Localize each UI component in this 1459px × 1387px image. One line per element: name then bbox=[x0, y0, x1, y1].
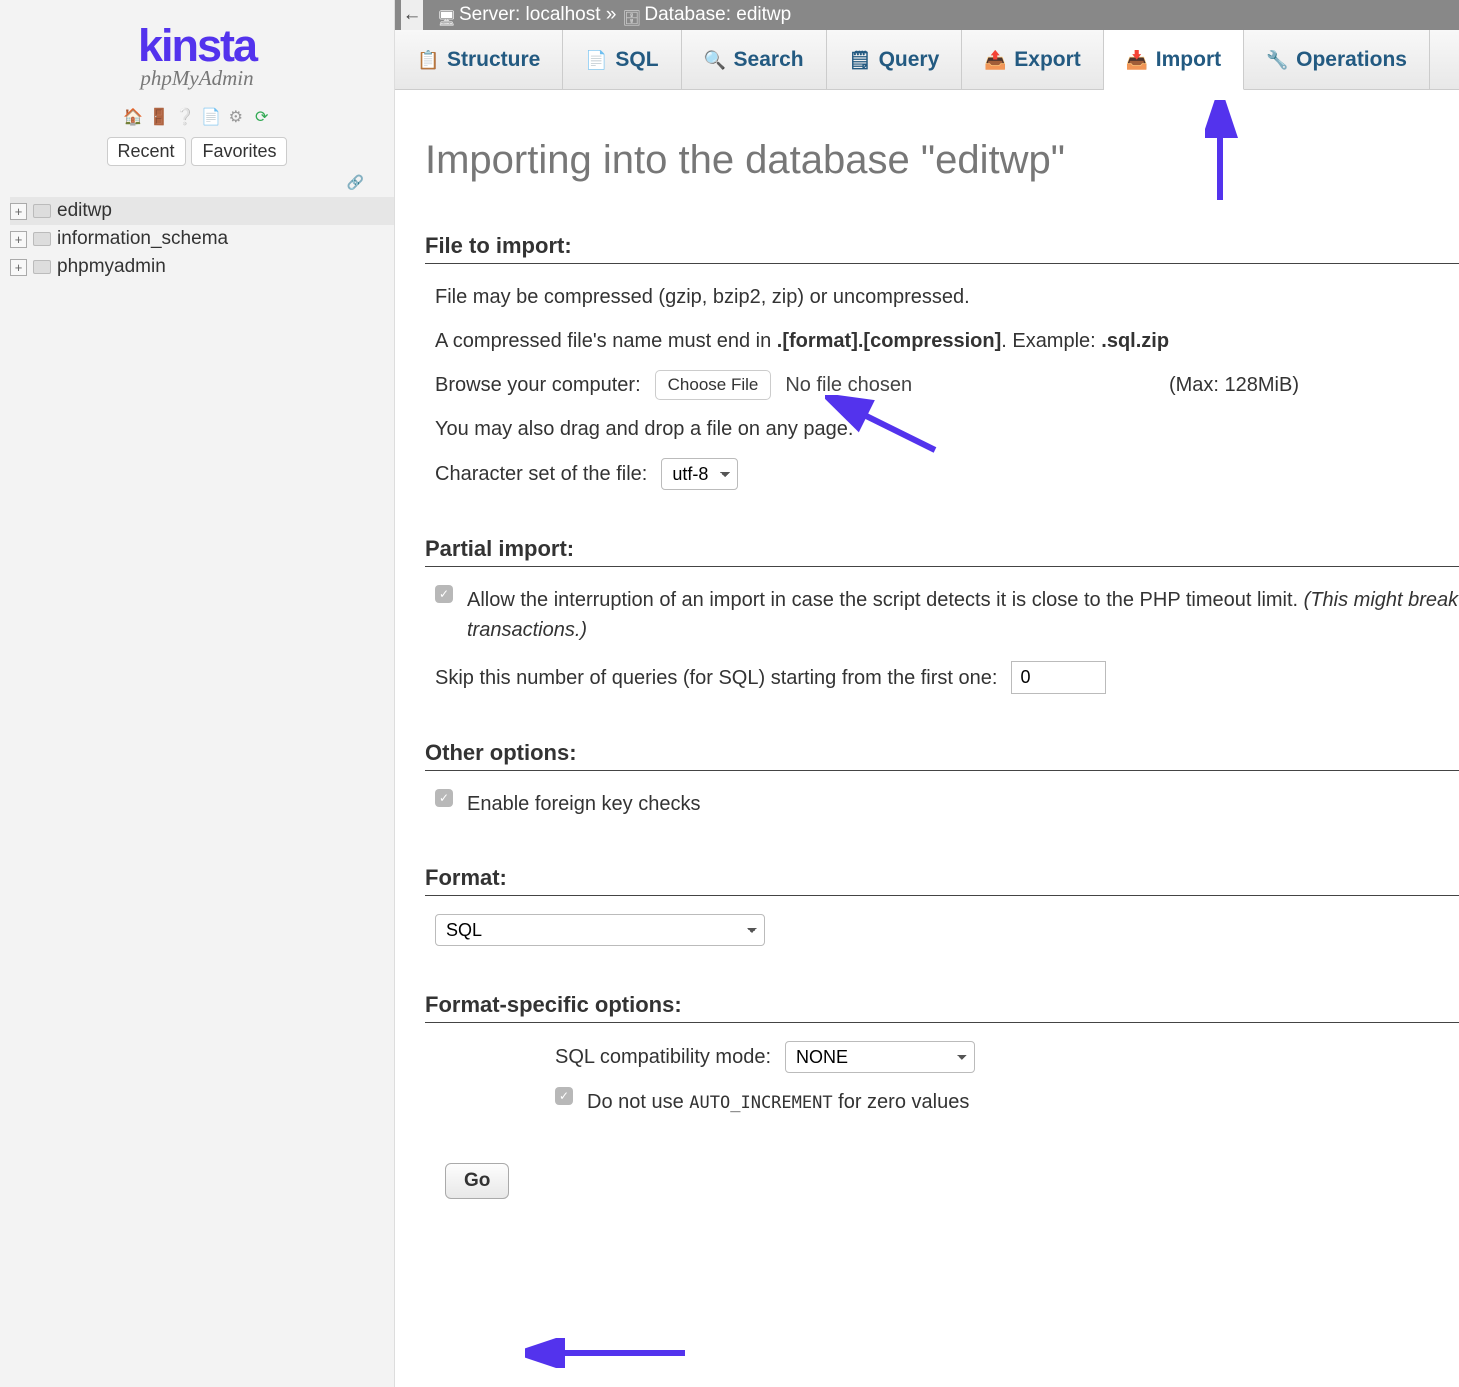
db-tree-item[interactable]: + editwp bbox=[10, 197, 394, 225]
collapse-link-icon[interactable]: 🔗 bbox=[0, 174, 394, 191]
db-name: phpmyadmin bbox=[57, 256, 166, 278]
section-heading: File to import: bbox=[425, 233, 1459, 264]
tab-search[interactable]: 🔍 Search bbox=[682, 30, 827, 89]
choose-file-button[interactable]: Choose File bbox=[655, 370, 772, 400]
sql-icon: 📄 bbox=[585, 50, 605, 70]
breadcrumb-server-name[interactable]: localhost bbox=[526, 4, 601, 26]
recent-favorites: Recent Favorites bbox=[0, 133, 394, 174]
section-file-import: File to import: File may be compressed (… bbox=[425, 233, 1459, 490]
recent-button[interactable]: Recent bbox=[107, 137, 186, 166]
no-file-text: No file chosen bbox=[785, 370, 912, 400]
section-partial-import: Partial import: Allow the interruption o… bbox=[425, 536, 1459, 694]
tab-label: Import bbox=[1156, 48, 1221, 72]
auto-increment-checkbox[interactable] bbox=[555, 1087, 573, 1105]
database-icon bbox=[33, 204, 51, 218]
breadcrumb-db-name[interactable]: editwp bbox=[736, 4, 791, 26]
logo-brand: kinsta bbox=[0, 20, 394, 72]
tab-label: SQL bbox=[615, 48, 658, 72]
go-button[interactable]: Go bbox=[445, 1163, 509, 1199]
structure-icon: 📋 bbox=[417, 50, 437, 70]
query-icon: 🗒 bbox=[849, 50, 869, 70]
section-heading: Format: bbox=[425, 865, 1459, 896]
tab-sql[interactable]: 📄 SQL bbox=[563, 30, 681, 89]
breadcrumb: ← Server: localhost » Database: editwp bbox=[395, 0, 1459, 30]
section-format-specific: Format-specific options: SQL compatibili… bbox=[425, 992, 1459, 1117]
db-tree-item[interactable]: + phpmyadmin bbox=[10, 253, 394, 281]
tab-label: Query bbox=[879, 48, 940, 72]
breadcrumb-sep: » bbox=[606, 4, 617, 26]
charset-label: Character set of the file: bbox=[435, 459, 647, 489]
sql-doc-icon[interactable]: 📄 bbox=[201, 109, 219, 127]
format-select[interactable]: SQL bbox=[435, 914, 765, 946]
sidebar: kinsta phpMyAdmin 🏠 🚪 ❔ 📄 ⚙ ⟳ Recent Fav… bbox=[0, 0, 395, 1387]
skip-label: Skip this number of queries (for SQL) st… bbox=[435, 663, 997, 693]
tab-structure[interactable]: 📋 Structure bbox=[395, 30, 563, 89]
home-icon[interactable]: 🏠 bbox=[123, 109, 141, 127]
expand-icon[interactable]: + bbox=[10, 231, 27, 248]
database-icon bbox=[33, 260, 51, 274]
back-arrow-icon[interactable]: ← bbox=[401, 0, 423, 30]
section-heading: Format-specific options: bbox=[425, 992, 1459, 1023]
skip-queries-input[interactable] bbox=[1011, 661, 1106, 694]
compat-label: SQL compatibility mode: bbox=[555, 1042, 771, 1072]
settings-icon[interactable]: ⚙ bbox=[227, 109, 245, 127]
fk-checks-label: Enable foreign key checks bbox=[467, 789, 700, 819]
breadcrumb-server-label: Server: bbox=[459, 4, 520, 26]
export-icon: 📤 bbox=[984, 50, 1004, 70]
search-icon: 🔍 bbox=[704, 50, 724, 70]
allow-interrupt-label: Allow the interruption of an import in c… bbox=[467, 585, 1459, 645]
filename-note: A compressed file's name must end in .[f… bbox=[435, 326, 1459, 356]
breadcrumb-db-label: Database: bbox=[644, 4, 731, 26]
expand-icon[interactable]: + bbox=[10, 203, 27, 220]
page-title: Importing into the database "editwp" bbox=[425, 138, 1459, 183]
tab-label: Structure bbox=[447, 48, 540, 72]
section-format: Format: SQL bbox=[425, 865, 1459, 946]
db-tree-item[interactable]: + information_schema bbox=[10, 225, 394, 253]
compress-note: File may be compressed (gzip, bzip2, zip… bbox=[435, 282, 1459, 312]
logo-area: kinsta phpMyAdmin bbox=[0, 0, 394, 101]
db-tree: + editwp + information_schema + phpmyadm… bbox=[0, 191, 394, 281]
auto-increment-label: Do not use AUTO_INCREMENT for zero value… bbox=[587, 1087, 969, 1117]
tab-label: Operations bbox=[1296, 48, 1407, 72]
db-name: information_schema bbox=[57, 228, 228, 250]
tab-export[interactable]: 📤 Export bbox=[962, 30, 1104, 89]
annotation-arrow-icon bbox=[525, 1338, 695, 1368]
section-heading: Partial import: bbox=[425, 536, 1459, 567]
content: Importing into the database "editwp" Fil… bbox=[395, 90, 1459, 1229]
database-icon bbox=[33, 232, 51, 246]
dragdrop-note: You may also drag and drop a file on any… bbox=[435, 414, 1459, 444]
server-icon bbox=[437, 7, 453, 23]
database-icon bbox=[622, 7, 638, 23]
tabs: 📋 Structure 📄 SQL 🔍 Search 🗒 Query 📤 Export 📥… bbox=[395, 30, 1459, 90]
tab-label: Export bbox=[1014, 48, 1081, 72]
fk-checks-checkbox[interactable] bbox=[435, 789, 453, 807]
operations-icon: 🔧 bbox=[1266, 50, 1286, 70]
reload-icon[interactable]: ⟳ bbox=[253, 109, 271, 127]
help-icon[interactable]: ❔ bbox=[175, 109, 193, 127]
favorites-button[interactable]: Favorites bbox=[191, 137, 287, 166]
sidebar-iconbar: 🏠 🚪 ❔ 📄 ⚙ ⟳ bbox=[0, 101, 394, 133]
tab-label: Search bbox=[734, 48, 804, 72]
section-other-options: Other options: Enable foreign key checks bbox=[425, 740, 1459, 819]
tab-operations[interactable]: 🔧 Operations bbox=[1244, 30, 1430, 89]
expand-icon[interactable]: + bbox=[10, 259, 27, 276]
allow-interrupt-checkbox[interactable] bbox=[435, 585, 453, 603]
section-heading: Other options: bbox=[425, 740, 1459, 771]
import-icon: 📥 bbox=[1126, 50, 1146, 70]
compat-select[interactable]: NONE bbox=[785, 1041, 975, 1073]
browse-label: Browse your computer: bbox=[435, 370, 641, 400]
charset-select[interactable]: utf-8 bbox=[661, 458, 738, 490]
tab-query[interactable]: 🗒 Query bbox=[827, 30, 963, 89]
max-size: (Max: 128MiB) bbox=[1169, 370, 1299, 400]
main-area: ← Server: localhost » Database: editwp 📋… bbox=[395, 0, 1459, 1387]
logo-product: phpMyAdmin bbox=[0, 66, 394, 91]
db-name: editwp bbox=[57, 200, 112, 222]
logout-icon[interactable]: 🚪 bbox=[149, 109, 167, 127]
tab-import[interactable]: 📥 Import bbox=[1104, 30, 1244, 90]
